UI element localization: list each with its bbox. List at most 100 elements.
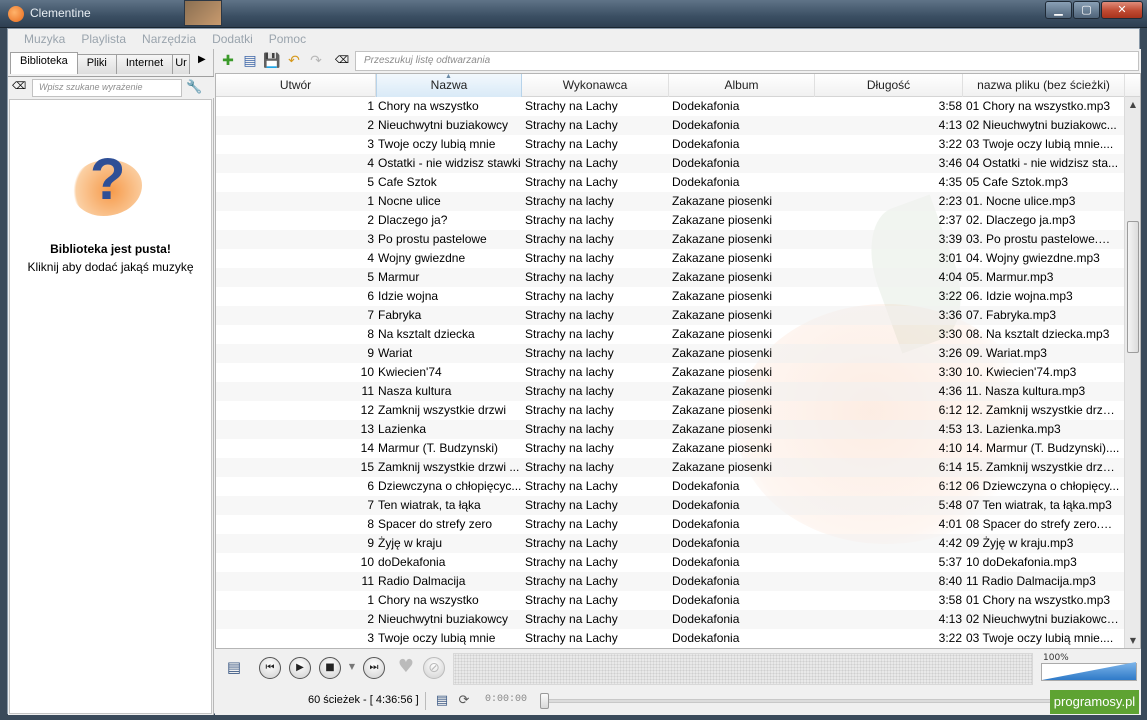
close-button[interactable]: ✕ — [1101, 1, 1143, 19]
ban-icon[interactable]: ⊘ — [423, 657, 445, 679]
track-album: Zakazane piosenki — [672, 365, 773, 379]
track-title: Wariat — [378, 346, 413, 360]
table-row[interactable]: 13 Lazienka Strachy na lachy Zakazane piose… — [216, 420, 1124, 439]
track-filename: 04. Wojny gwiezdne.mp3 — [966, 251, 1100, 265]
track-title: Ten wiatrak, ta łąka — [378, 498, 481, 512]
table-row[interactable]: 10 doDekafonia Strachy na Lachy Dodekafonia… — [216, 553, 1124, 572]
clear-search-icon[interactable]: ⌫ — [12, 81, 26, 93]
empty-library-subtitle[interactable]: Kliknij aby dodać jakąś muzykę — [10, 260, 211, 274]
scrollbar-thumb[interactable] — [1127, 221, 1139, 353]
table-row[interactable]: 2 Nieuchwytni buziakowcy Strachy na Lachy D… — [216, 116, 1124, 135]
table-row[interactable]: 3 Twoje oczy lubią mnie Strachy na Lachy Do… — [216, 629, 1124, 648]
playlist-mode-icon[interactable]: ▤ — [433, 693, 451, 709]
tab-scroll-right-icon[interactable]: ▶ — [198, 54, 212, 70]
track-number: 5 — [367, 175, 374, 189]
table-row[interactable]: 2 Nieuchwytni buziakowcy Strachy na Lachy D… — [216, 610, 1124, 629]
stop-options-chevron-down-icon[interactable]: ▼ — [341, 657, 363, 679]
save-playlist-icon[interactable]: 💾 — [263, 52, 281, 70]
table-row[interactable]: 12 Zamknij wszystkie drzwi Strachy na lach… — [216, 401, 1124, 420]
stop-button[interactable]: ■ — [319, 657, 341, 679]
table-row[interactable]: 9 Wariat Strachy na lachy Zakazane piosenki… — [216, 344, 1124, 363]
track-title: Dlaczego ja? — [378, 213, 448, 227]
table-row[interactable]: 8 Spacer do strefy zero Strachy na Lachy Do… — [216, 515, 1124, 534]
tab-internet[interactable]: Internet — [115, 54, 174, 74]
column-header-utwor[interactable]: Utwór — [216, 74, 376, 97]
undo-icon[interactable]: ↶ — [285, 52, 303, 70]
track-number: 5 — [367, 270, 374, 284]
library-config-icon[interactable]: 🔧 — [186, 80, 204, 96]
scroll-up-icon[interactable]: ▲ — [1125, 97, 1140, 113]
track-number: 3 — [367, 631, 374, 645]
table-row[interactable]: 1 Nocne ulice Strachy na lachy Zakazane pio… — [216, 192, 1124, 211]
table-row[interactable]: 3 Twoje oczy lubią mnie Strachy na Lachy Do… — [216, 135, 1124, 154]
track-artist: Strachy na Lachy — [525, 479, 618, 493]
playlist-scrollbar[interactable]: ▲ ▼ — [1124, 97, 1140, 648]
previous-track-button[interactable]: ⏮ — [259, 657, 281, 679]
column-header-album[interactable]: Album — [669, 74, 815, 97]
library-search-input[interactable]: Wpisz szukane wyrażenie — [32, 79, 182, 97]
track-filename: 11. Nasza kultura.mp3 — [966, 384, 1086, 398]
table-row[interactable]: 5 Cafe Sztok Strachy na Lachy Dodekafonia 4:… — [216, 173, 1124, 192]
menu-muzyka[interactable]: Muzyka — [16, 29, 73, 49]
track-title: Cafe Sztok — [378, 175, 437, 189]
table-row[interactable]: 11 Radio Dalmacija Strachy na Lachy Dodekaf… — [216, 572, 1124, 591]
track-album: Dodekafonia — [672, 574, 740, 588]
scroll-down-icon[interactable]: ▼ — [1125, 633, 1140, 648]
love-heart-icon[interactable]: ♥ — [395, 657, 417, 679]
column-header-dlugosc[interactable]: Długość — [815, 74, 963, 97]
repeat-shuffle-icon[interactable]: ⟳ — [455, 693, 473, 709]
track-title: Po prostu pastelowe — [378, 232, 487, 246]
table-row[interactable]: 10 Kwiecien'74 Strachy na lachy Zakazane pi… — [216, 363, 1124, 382]
table-row[interactable]: 14 Marmur (T. Budzynski) Strachy na lachy Z… — [216, 439, 1124, 458]
maximize-button[interactable]: ▢ — [1073, 1, 1100, 19]
visualization-area[interactable] — [453, 653, 1033, 685]
menu-narzedzia[interactable]: Narzędzia — [134, 29, 204, 49]
track-number: 7 — [367, 498, 374, 512]
seek-slider[interactable] — [540, 693, 1051, 709]
menu-playlista[interactable]: Playlista — [73, 29, 134, 49]
seek-handle[interactable] — [540, 693, 549, 709]
table-row[interactable]: 15 Zamknij wszystkie drzwi ... Strachy na … — [216, 458, 1124, 477]
table-row[interactable]: 2 Dlaczego ja? Strachy na lachy Zakazane pi… — [216, 211, 1124, 230]
table-row[interactable]: 3 Po prostu pastelowe Strachy na lachy Zaka… — [216, 230, 1124, 249]
menu-dodatki[interactable]: Dodatki — [204, 29, 261, 49]
play-button[interactable]: ▶ — [289, 657, 311, 679]
redo-icon[interactable]: ↷ — [307, 52, 325, 70]
library-body[interactable]: ? Biblioteka jest pusta! Kliknij aby dod… — [9, 99, 212, 714]
track-title: Nieuchwytni buziakowcy — [378, 612, 509, 626]
new-playlist-icon[interactable]: ✚ — [219, 52, 237, 70]
tab-urzadzenia[interactable]: Ur — [172, 54, 191, 74]
playlist-search-input[interactable]: Przeszukuj listę odtwarzania — [355, 51, 1139, 71]
table-row[interactable]: 7 Ten wiatrak, ta łąka Strachy na Lachy Dod… — [216, 496, 1124, 515]
table-row[interactable]: 7 Fabryka Strachy na lachy Zakazane piosenk… — [216, 306, 1124, 325]
column-header-nazwa[interactable]: ▲ Nazwa — [376, 74, 522, 97]
table-row[interactable]: 8 Na ksztalt dziecka Strachy na lachy Zakaz… — [216, 325, 1124, 344]
table-row[interactable]: 1 Chory na wszystko Strachy na Lachy Dodeka… — [216, 591, 1124, 610]
next-track-button[interactable]: ⏭ — [363, 657, 385, 679]
menu-pomoc[interactable]: Pomoc — [261, 29, 314, 49]
volume-slider[interactable] — [1041, 662, 1137, 681]
clear-playlist-search-icon[interactable]: ⌫ — [333, 52, 351, 70]
table-row[interactable]: 5 Marmur Strachy na lachy Zakazane piosenki… — [216, 268, 1124, 287]
load-playlist-icon[interactable]: ▤ — [241, 52, 259, 70]
tab-pliki[interactable]: Pliki — [76, 54, 117, 74]
library-tabs: Biblioteka Pliki Internet Ur — [10, 52, 191, 74]
table-row[interactable]: 4 Ostatki - nie widzisz stawki Strachy na … — [216, 154, 1124, 173]
table-row[interactable]: 1 Chory na wszystko Strachy na Lachy Dodeka… — [216, 97, 1124, 116]
column-header-nazwa-pliku[interactable]: nazwa pliku (bez ścieżki) — [963, 74, 1125, 97]
track-artist: Strachy na lachy — [525, 441, 614, 455]
tab-biblioteka[interactable]: Biblioteka — [10, 52, 78, 74]
track-album: Zakazane piosenki — [672, 460, 773, 474]
table-row[interactable]: 6 Dziewczyna o chłopięcyc... Strachy na La… — [216, 477, 1124, 496]
table-row[interactable]: 4 Wojny gwiezdne Strachy na lachy Zakazane … — [216, 249, 1124, 268]
table-row[interactable]: 9 Żyję w kraju Strachy na Lachy Dodekafonia… — [216, 534, 1124, 553]
column-header-wykonawca[interactable]: Wykonawca — [522, 74, 669, 97]
table-row[interactable]: 6 Idzie wojna Strachy na lachy Zakazane pio… — [216, 287, 1124, 306]
table-row[interactable]: 11 Nasza kultura Strachy na lachy Zakazane … — [216, 382, 1124, 401]
track-title: Spacer do strefy zero — [378, 517, 493, 531]
track-title: Chory na wszystko — [378, 99, 479, 113]
minimize-button[interactable]: ▁ — [1045, 1, 1072, 19]
track-length: 6:12 — [938, 403, 962, 417]
playlist-menu-icon[interactable]: ▤ — [223, 657, 245, 679]
track-filename: 10. Kwiecien'74.mp3 — [966, 365, 1077, 379]
